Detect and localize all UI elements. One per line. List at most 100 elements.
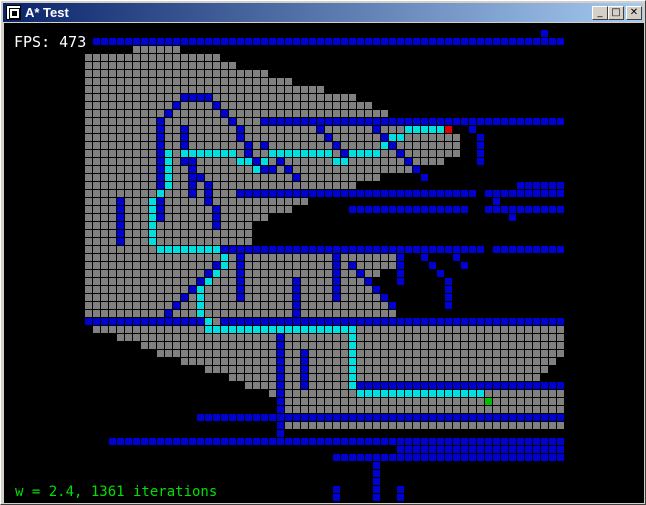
grid-cell-explored	[253, 350, 260, 357]
grid-cell-explored	[485, 406, 492, 413]
grid-cell-explored	[221, 166, 228, 173]
grid-cell-explored	[93, 206, 100, 213]
grid-cell-wall	[301, 414, 308, 421]
grid-cell-wall	[453, 38, 460, 45]
grid-cell-wall	[277, 38, 284, 45]
grid-cell-wall	[373, 190, 380, 197]
app-icon[interactable]	[6, 5, 21, 20]
grid-cell-explored	[341, 102, 348, 109]
grid-cell-wall	[485, 414, 492, 421]
grid-cell-explored	[181, 230, 188, 237]
grid-cell-explored	[365, 126, 372, 133]
grid-cell-explored	[125, 158, 132, 165]
grid-cell-wall	[157, 182, 164, 189]
grid-cell-path	[349, 342, 356, 349]
grid-cell-wall	[405, 158, 412, 165]
title-bar[interactable]: A* Test _ □ ✕	[3, 3, 643, 22]
grid-cell-explored	[253, 102, 260, 109]
grid-cell-wall	[501, 446, 508, 453]
grid-cell-wall	[477, 318, 484, 325]
grid-cell-explored	[309, 110, 316, 117]
grid-cell-explored	[381, 166, 388, 173]
grid-cell-explored	[373, 174, 380, 181]
grid-cell-explored	[477, 422, 484, 429]
grid-cell-wall	[413, 206, 420, 213]
grid-cell-wall	[469, 190, 476, 197]
grid-cell-wall	[349, 438, 356, 445]
grid-cell-explored	[293, 110, 300, 117]
grid-cell-explored	[133, 302, 140, 309]
grid-cell-explored	[101, 118, 108, 125]
grid-cell-explored	[253, 382, 260, 389]
grid-cell-explored	[333, 174, 340, 181]
grid-cell-explored	[141, 206, 148, 213]
grid-cell-wall	[205, 182, 212, 189]
grid-cell-explored	[133, 286, 140, 293]
grid-cell-explored	[157, 278, 164, 285]
grid-cell-explored	[285, 86, 292, 93]
grid-cell-wall	[341, 190, 348, 197]
grid-cell-explored	[213, 166, 220, 173]
grid-cell-explored	[405, 342, 412, 349]
grid-cell-wall	[493, 414, 500, 421]
grid-cell-wall	[373, 286, 380, 293]
grid-cell-explored	[133, 294, 140, 301]
grid-cell-wall	[445, 446, 452, 453]
grid-cell-explored	[149, 334, 156, 341]
grid-cell-wall	[381, 318, 388, 325]
grid-cell-path	[341, 326, 348, 333]
grid-cell-wall	[429, 318, 436, 325]
grid-cell-explored	[109, 110, 116, 117]
grid-cell-wall	[533, 182, 540, 189]
grid-cell-explored	[93, 262, 100, 269]
grid-cell-explored	[141, 110, 148, 117]
minimize-button[interactable]: _	[592, 6, 608, 20]
grid-cell-path	[221, 326, 228, 333]
grid-cell-explored	[157, 62, 164, 69]
grid-cell-wall	[373, 246, 380, 253]
grid-cell-explored	[525, 422, 532, 429]
grid-cell-explored	[237, 118, 244, 125]
grid-cell-explored	[245, 182, 252, 189]
render-canvas[interactable]: FPS: 473 w = 2.4, 1361 iterations	[4, 23, 644, 503]
grid-cell-wall	[397, 494, 404, 501]
grid-cell-explored	[237, 214, 244, 221]
grid-cell-explored	[413, 342, 420, 349]
grid-cell-explored	[269, 278, 276, 285]
grid-cell-path	[261, 158, 268, 165]
grid-cell-wall	[477, 438, 484, 445]
maximize-button[interactable]: □	[608, 6, 624, 20]
grid-cell-wall	[181, 126, 188, 133]
grid-cell-wall	[517, 318, 524, 325]
grid-cell-explored	[349, 294, 356, 301]
grid-cell-explored	[93, 94, 100, 101]
grid-cell-explored	[221, 198, 228, 205]
grid-cell-explored	[277, 270, 284, 277]
grid-cell-explored	[389, 358, 396, 365]
grid-cell-explored	[205, 126, 212, 133]
grid-cell-path	[397, 134, 404, 141]
grid-cell-explored	[517, 350, 524, 357]
grid-cell-wall	[333, 38, 340, 45]
grid-cell-explored	[269, 334, 276, 341]
grid-cell-explored	[317, 94, 324, 101]
grid-cell-explored	[349, 286, 356, 293]
grid-cell-explored	[221, 294, 228, 301]
grid-cell-explored	[437, 422, 444, 429]
grid-cell-explored	[141, 118, 148, 125]
grid-cell-wall	[549, 414, 556, 421]
grid-cell-explored	[493, 398, 500, 405]
pathfinding-grid	[85, 30, 564, 501]
close-button[interactable]: ✕	[626, 6, 642, 20]
grid-cell-explored	[101, 158, 108, 165]
grid-cell-explored	[85, 94, 92, 101]
grid-cell-explored	[341, 278, 348, 285]
grid-cell-wall	[381, 294, 388, 301]
grid-cell-explored	[277, 286, 284, 293]
grid-cell-wall	[357, 206, 364, 213]
grid-cell-explored	[157, 294, 164, 301]
grid-cell-explored	[117, 182, 124, 189]
grid-cell-explored	[245, 166, 252, 173]
grid-cell-explored	[333, 350, 340, 357]
grid-cell-explored	[485, 326, 492, 333]
